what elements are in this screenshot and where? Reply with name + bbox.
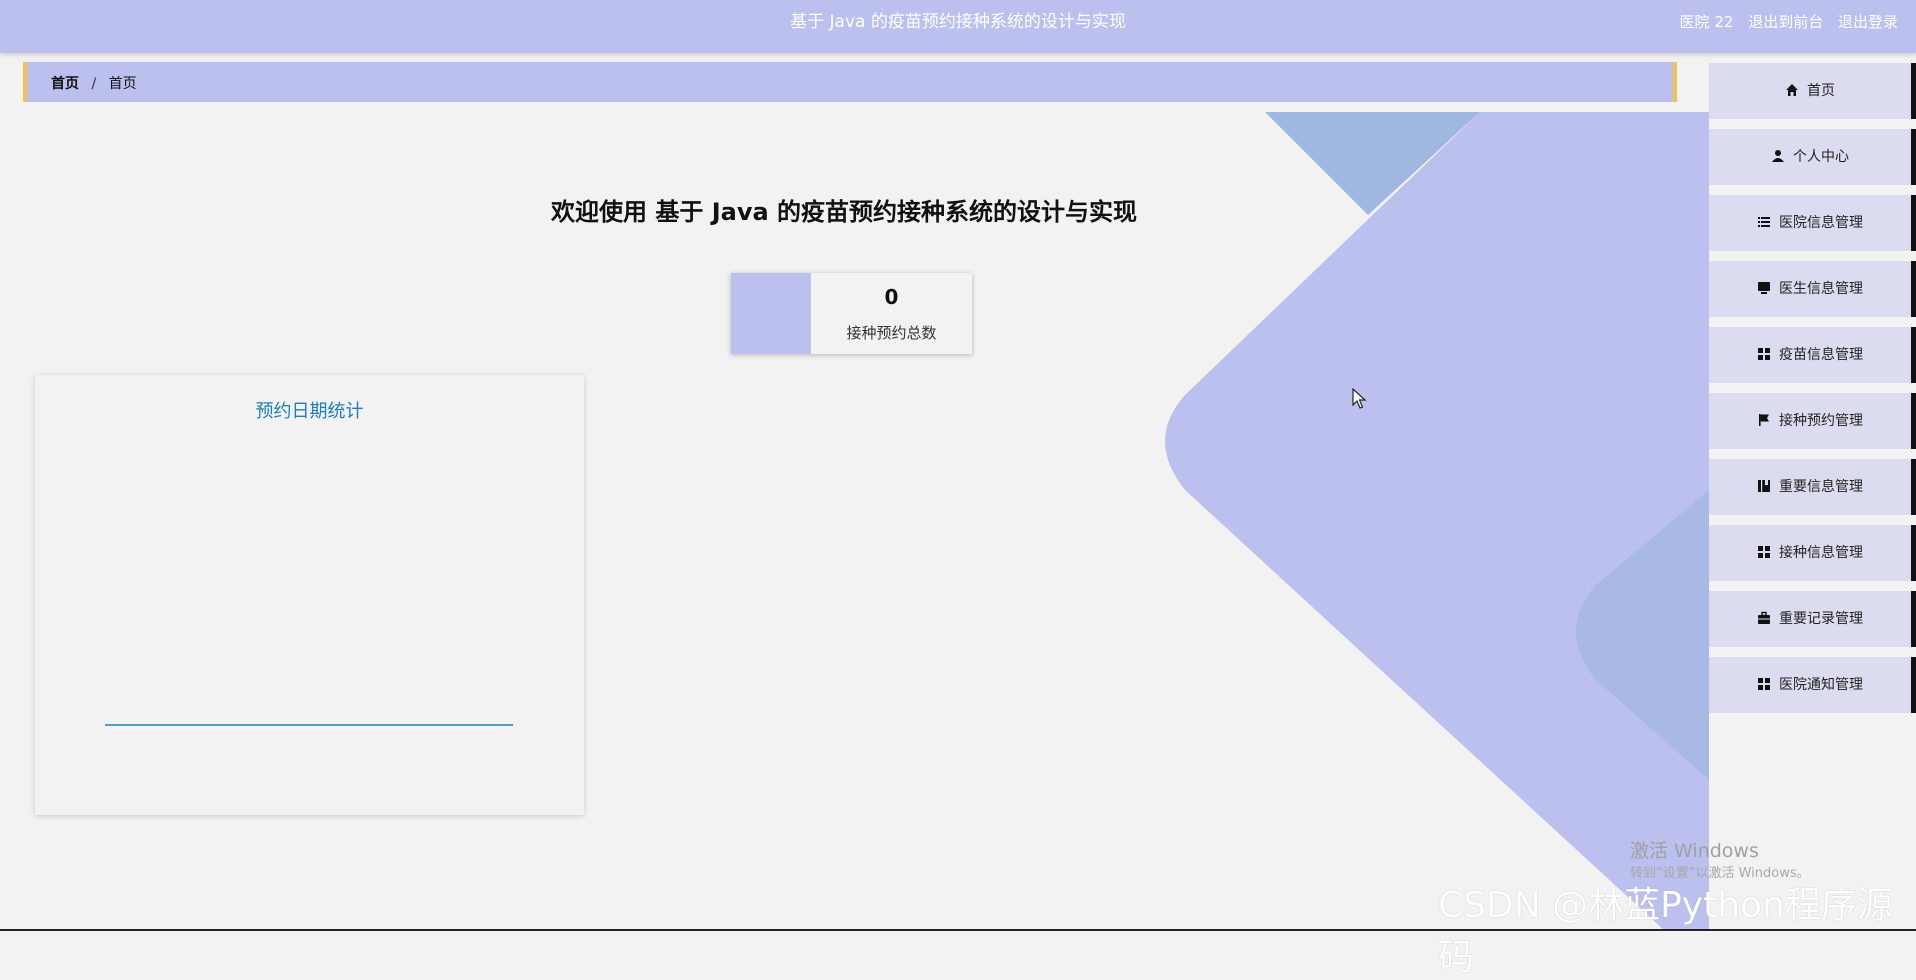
desktop-icon <box>1758 282 1770 294</box>
sidebar-item-hospital-info[interactable]: 医院信息管理 <box>1709 195 1916 251</box>
csdn-watermark: CSDN @林蓝Python程序源码 <box>1438 885 1893 978</box>
breadcrumb: 首页 / 首页 <box>23 62 1677 102</box>
logout-link[interactable]: 退出登录 <box>1838 13 1898 31</box>
stat-card-swatch <box>731 273 811 354</box>
grid-icon <box>1758 678 1770 690</box>
user-icon <box>1772 150 1784 162</box>
sidebar-item-doctor-info[interactable]: 医生信息管理 <box>1709 261 1916 317</box>
sidebar: 首页 个人中心 医院信息管理 医生信息管理 疫苗信息管理 接种预约管理 重要信息… <box>1709 53 1916 931</box>
sidebar-item-label: 重要信息管理 <box>1779 479 1863 495</box>
flag-icon <box>1759 414 1769 426</box>
sidebar-item-important-info[interactable]: 重要信息管理 <box>1709 459 1916 515</box>
breadcrumb-current: 首页 <box>108 76 137 92</box>
header-actions: 医院 22 退出到前台 退出登录 <box>1670 0 1898 45</box>
stat-card: 0 接种预约总数 <box>731 273 972 354</box>
sidebar-item-label: 医生信息管理 <box>1779 281 1863 297</box>
book-icon <box>1758 480 1770 492</box>
sidebar-item-important-records[interactable]: 重要记录管理 <box>1709 591 1916 647</box>
grid-icon <box>1758 348 1770 360</box>
grid-icon <box>1758 546 1770 558</box>
list-icon <box>1758 217 1770 227</box>
sidebar-item-hospital-notice[interactable]: 医院通知管理 <box>1709 657 1916 713</box>
sidebar-item-label: 接种预约管理 <box>1779 413 1863 429</box>
sidebar-item-label: 疫苗信息管理 <box>1779 347 1863 363</box>
mouse-cursor-icon <box>1352 388 1367 409</box>
sidebar-item-vaccination-info[interactable]: 接种信息管理 <box>1709 525 1916 581</box>
sidebar-item-label: 医院通知管理 <box>1779 677 1863 693</box>
stat-label: 接种预约总数 <box>846 324 937 342</box>
breadcrumb-separator: / <box>91 76 97 92</box>
sidebar-item-label: 个人中心 <box>1793 149 1849 165</box>
breadcrumb-home[interactable]: 首页 <box>51 76 79 92</box>
sidebar-item-home[interactable]: 首页 <box>1709 63 1916 119</box>
home-icon <box>1786 84 1798 96</box>
chart-card: 预约日期统计 <box>35 375 584 815</box>
welcome-title: 欢迎使用 基于 Java 的疫苗预约接种系统的设计与实现 <box>550 198 1138 226</box>
current-user: 医院 22 <box>1679 13 1734 31</box>
exit-to-front-link[interactable]: 退出到前台 <box>1748 13 1823 31</box>
top-header: 基于 Java 的疫苗预约接种系统的设计与实现 医院 22 退出到前台 退出登录 <box>0 0 1916 53</box>
app-title: 基于 Java 的疫苗预约接种系统的设计与实现 <box>790 12 1126 32</box>
chart-svg <box>105 724 513 726</box>
briefcase-icon <box>1758 611 1770 624</box>
sidebar-item-label: 医院信息管理 <box>1779 215 1863 231</box>
sidebar-item-label: 接种信息管理 <box>1779 545 1863 561</box>
sidebar-item-appointment[interactable]: 接种预约管理 <box>1709 393 1916 449</box>
sidebar-item-profile[interactable]: 个人中心 <box>1709 129 1916 185</box>
stat-value: 0 <box>884 285 899 309</box>
sidebar-item-label: 首页 <box>1807 83 1835 99</box>
sidebar-item-label: 重要记录管理 <box>1779 611 1863 627</box>
activate-windows-title: 激活 Windows <box>1630 840 1759 862</box>
sidebar-item-vaccine-info[interactable]: 疫苗信息管理 <box>1709 327 1916 383</box>
